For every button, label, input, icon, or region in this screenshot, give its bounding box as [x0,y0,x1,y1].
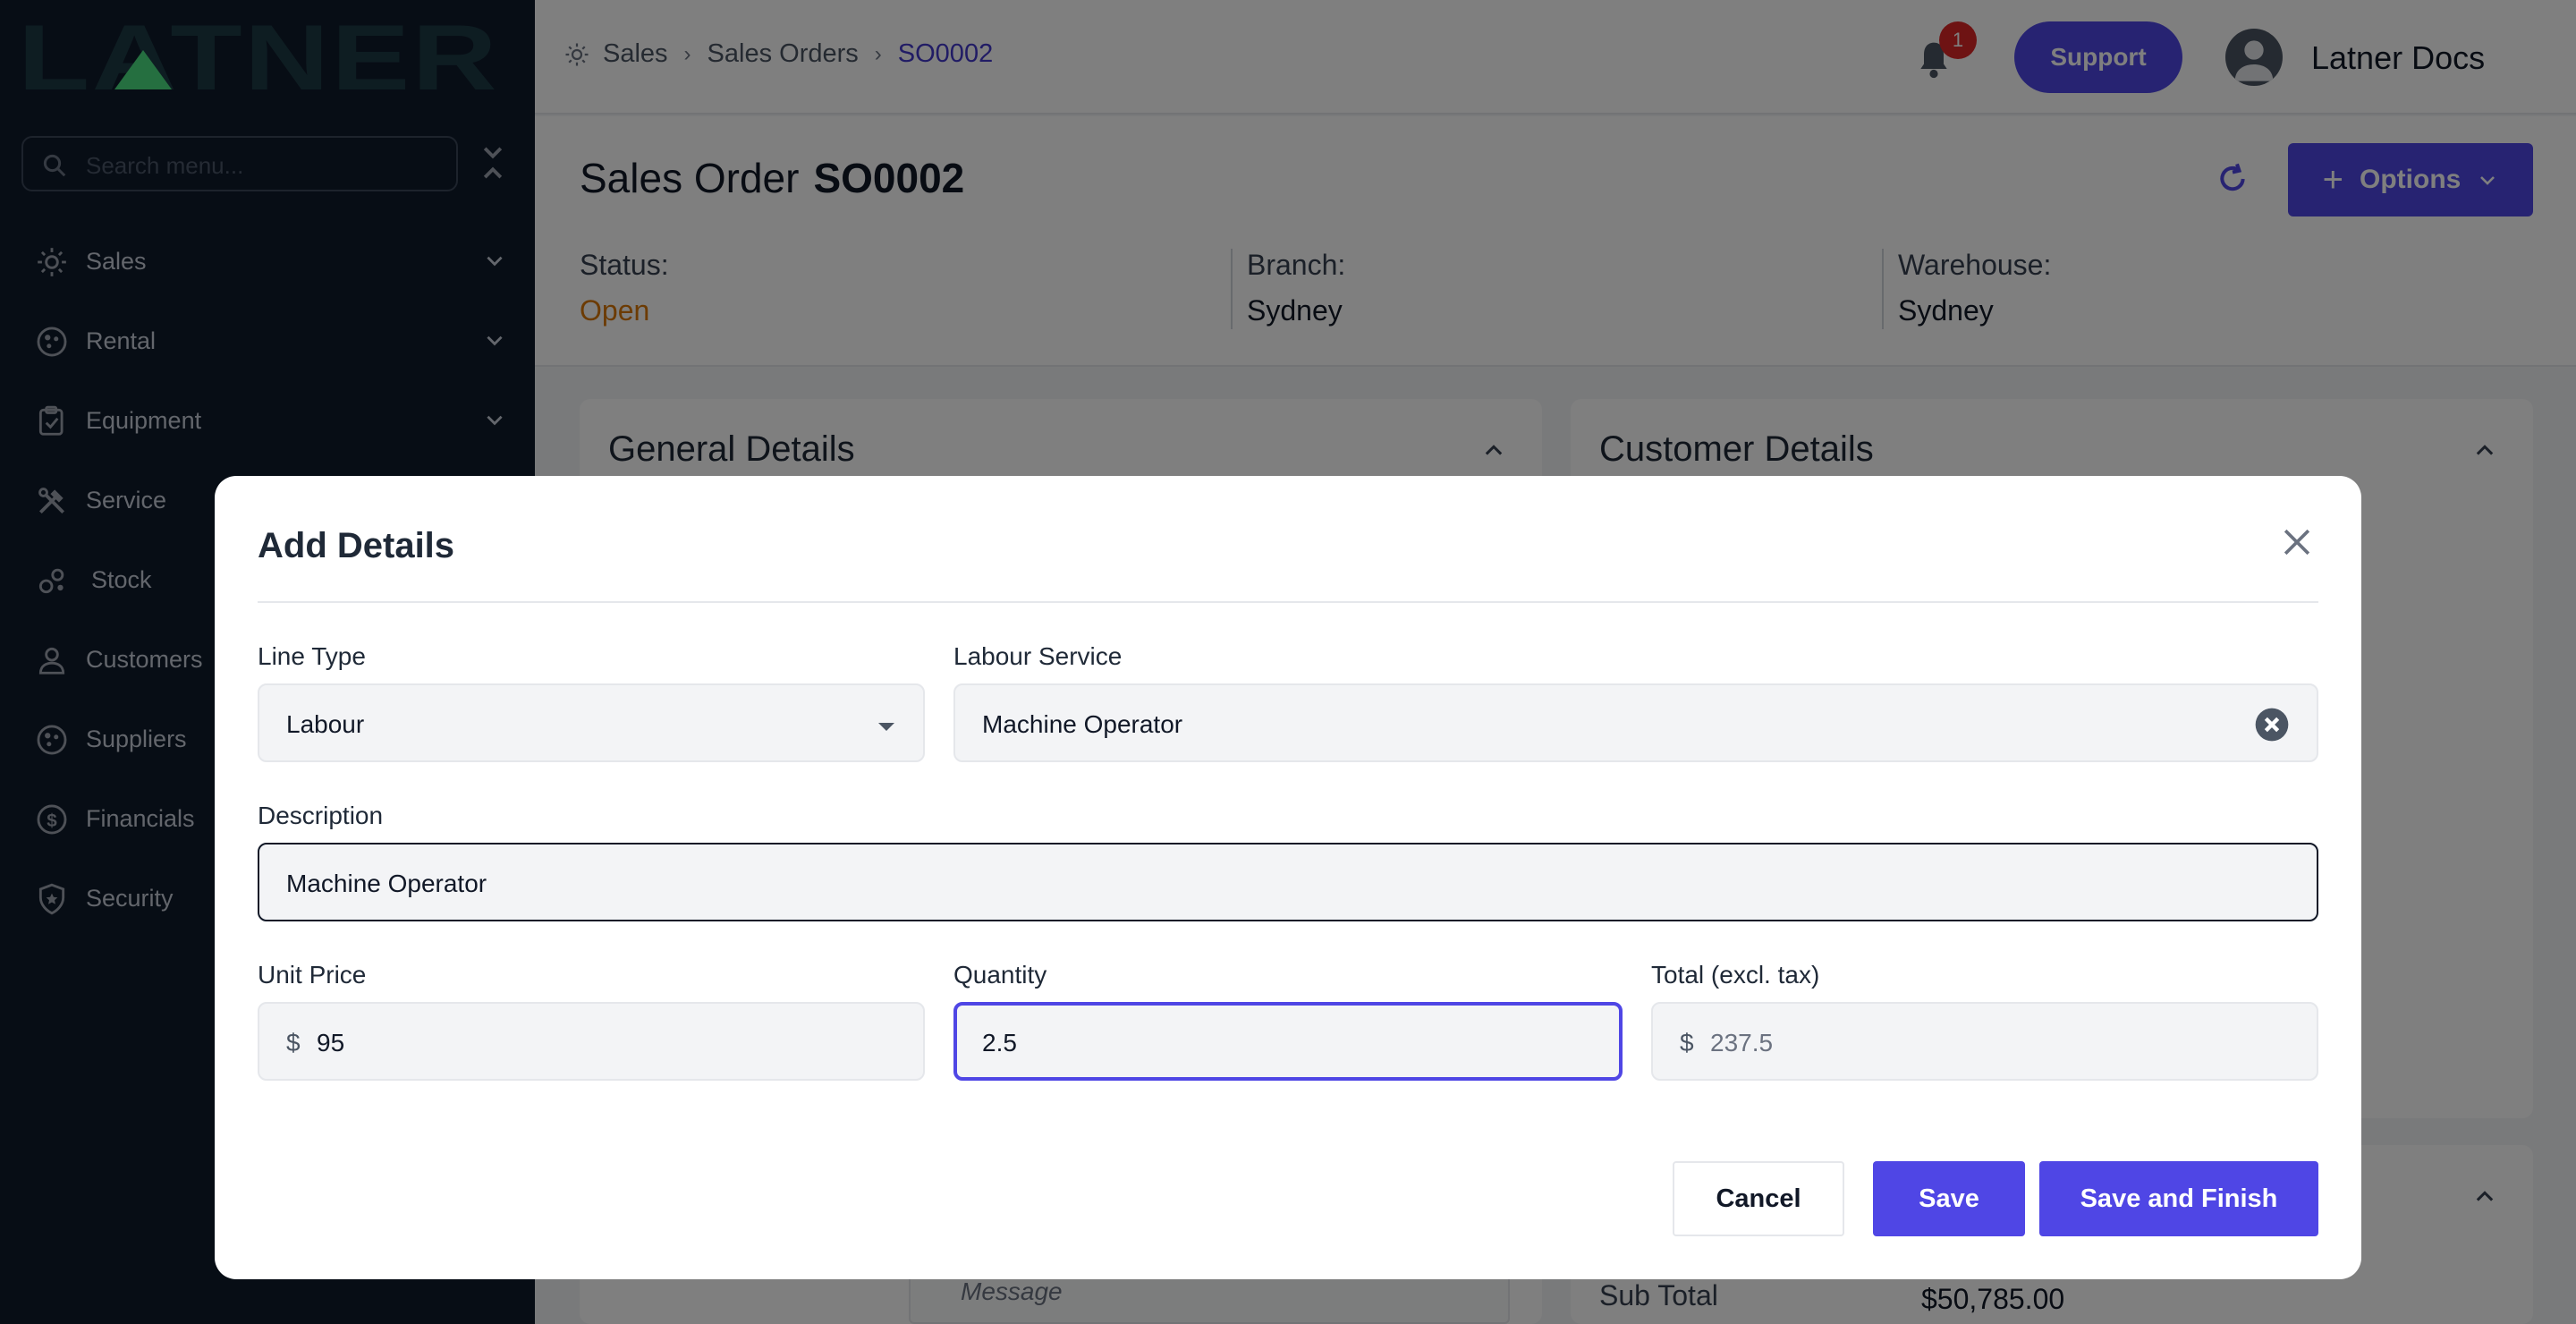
clear-icon[interactable] [2254,707,2290,743]
save-button[interactable]: Save [1873,1161,2025,1236]
modal-title: Add Details [258,526,455,565]
unit-price-input[interactable]: $ 95 [258,1002,925,1081]
line-type-select[interactable]: Labour [258,683,925,762]
total-input: $ 237.5 [1651,1002,2318,1081]
unit-price-label: Unit Price [258,961,367,989]
quantity-input[interactable]: 2.5 [953,1002,1623,1081]
save-and-finish-button[interactable]: Save and Finish [2039,1161,2318,1236]
quantity-label: Quantity [953,961,1047,989]
cancel-button[interactable]: Cancel [1673,1161,1844,1236]
line-type-label: Line Type [258,642,366,670]
labour-service-value: Machine Operator [982,710,1183,738]
description-value: Machine Operator [286,870,487,897]
caret-down-icon [878,723,894,731]
line-type-value: Labour [286,710,365,738]
currency-symbol: $ [286,1029,301,1057]
labour-service-label: Labour Service [953,642,1123,670]
labour-service-select[interactable]: Machine Operator [953,683,2318,762]
total-label: Total (excl. tax) [1651,961,1820,989]
unit-price-value: 95 [317,1029,345,1057]
close-icon[interactable] [2277,522,2317,562]
description-input[interactable]: Machine Operator [258,843,2318,921]
total-value: 237.5 [1710,1029,1774,1057]
quantity-value: 2.5 [982,1029,1017,1057]
add-details-modal: Add Details Line Type Labour Labour Serv… [215,476,2361,1279]
description-label: Description [258,802,384,829]
currency-symbol: $ [1680,1029,1694,1057]
modal-divider [258,601,2318,603]
